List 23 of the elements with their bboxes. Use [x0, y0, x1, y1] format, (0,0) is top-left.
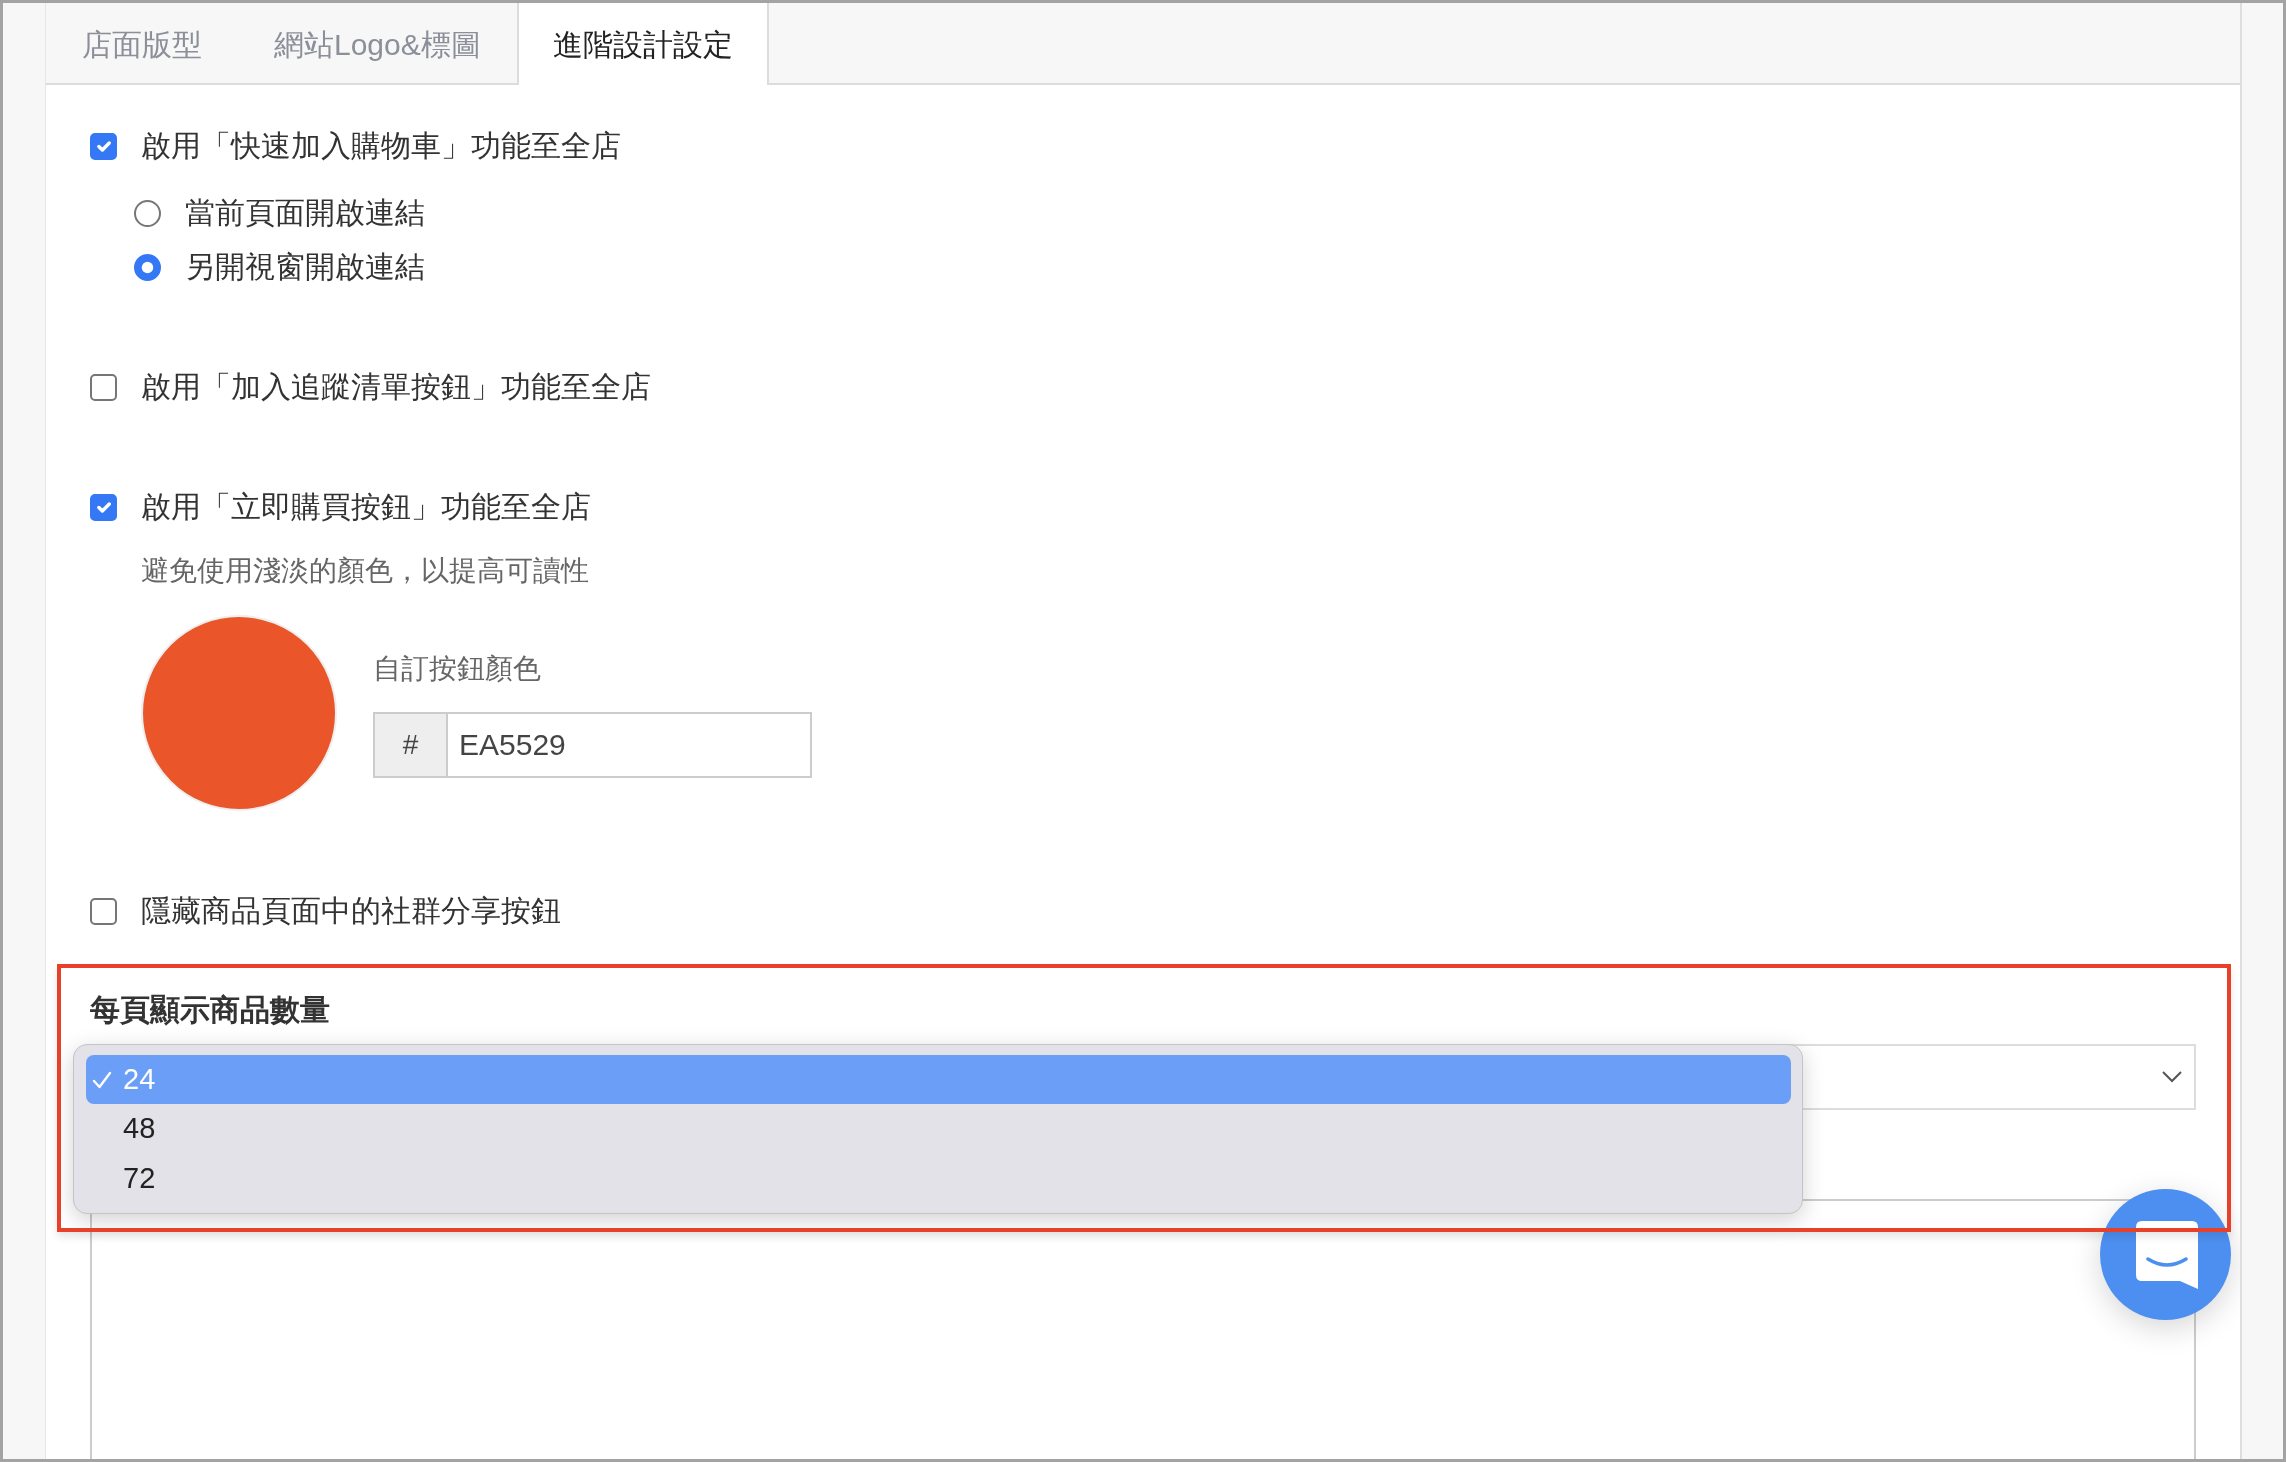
dropdown-option[interactable]: 72 [86, 1154, 1791, 1204]
prefix-label: # [373, 711, 448, 778]
checkbox-label: 隱藏商品頁面中的社群分享按鈕 [141, 893, 561, 929]
chat-bubble-icon [2135, 1220, 2198, 1289]
tab[interactable]: 進階設計設定 [516, 3, 769, 85]
checkbox[interactable] [90, 897, 117, 925]
checkbox-label: 啟用「加入追蹤清單按鈕」功能至全店 [141, 369, 651, 405]
checkbox[interactable] [90, 132, 117, 160]
checkbox[interactable] [90, 373, 117, 401]
radio-label: 當前頁面開啟連結 [185, 195, 425, 231]
color-input[interactable]: EA5529 [448, 711, 812, 778]
chevron-down-icon [2162, 1071, 2182, 1083]
checkbox-label: 啟用「快速加入購物車」功能至全店 [141, 128, 621, 164]
check-icon [92, 1069, 112, 1090]
radio-button[interactable] [134, 199, 161, 227]
radio-button[interactable] [134, 253, 161, 281]
hint-text: 避免使用淺淡的顏色，以提高可讀性 [141, 554, 589, 588]
dropdown-option[interactable]: 48 [86, 1104, 1791, 1154]
checkbox[interactable] [90, 493, 117, 521]
field-label: 自訂按鈕顏色 [373, 651, 541, 686]
radio-label: 另開視窗開啟連結 [185, 249, 425, 285]
checkbox-label: 啟用「立即購買按鈕」功能至全店 [141, 489, 591, 525]
section-heading: 每頁顯示商品數量 [90, 992, 330, 1028]
